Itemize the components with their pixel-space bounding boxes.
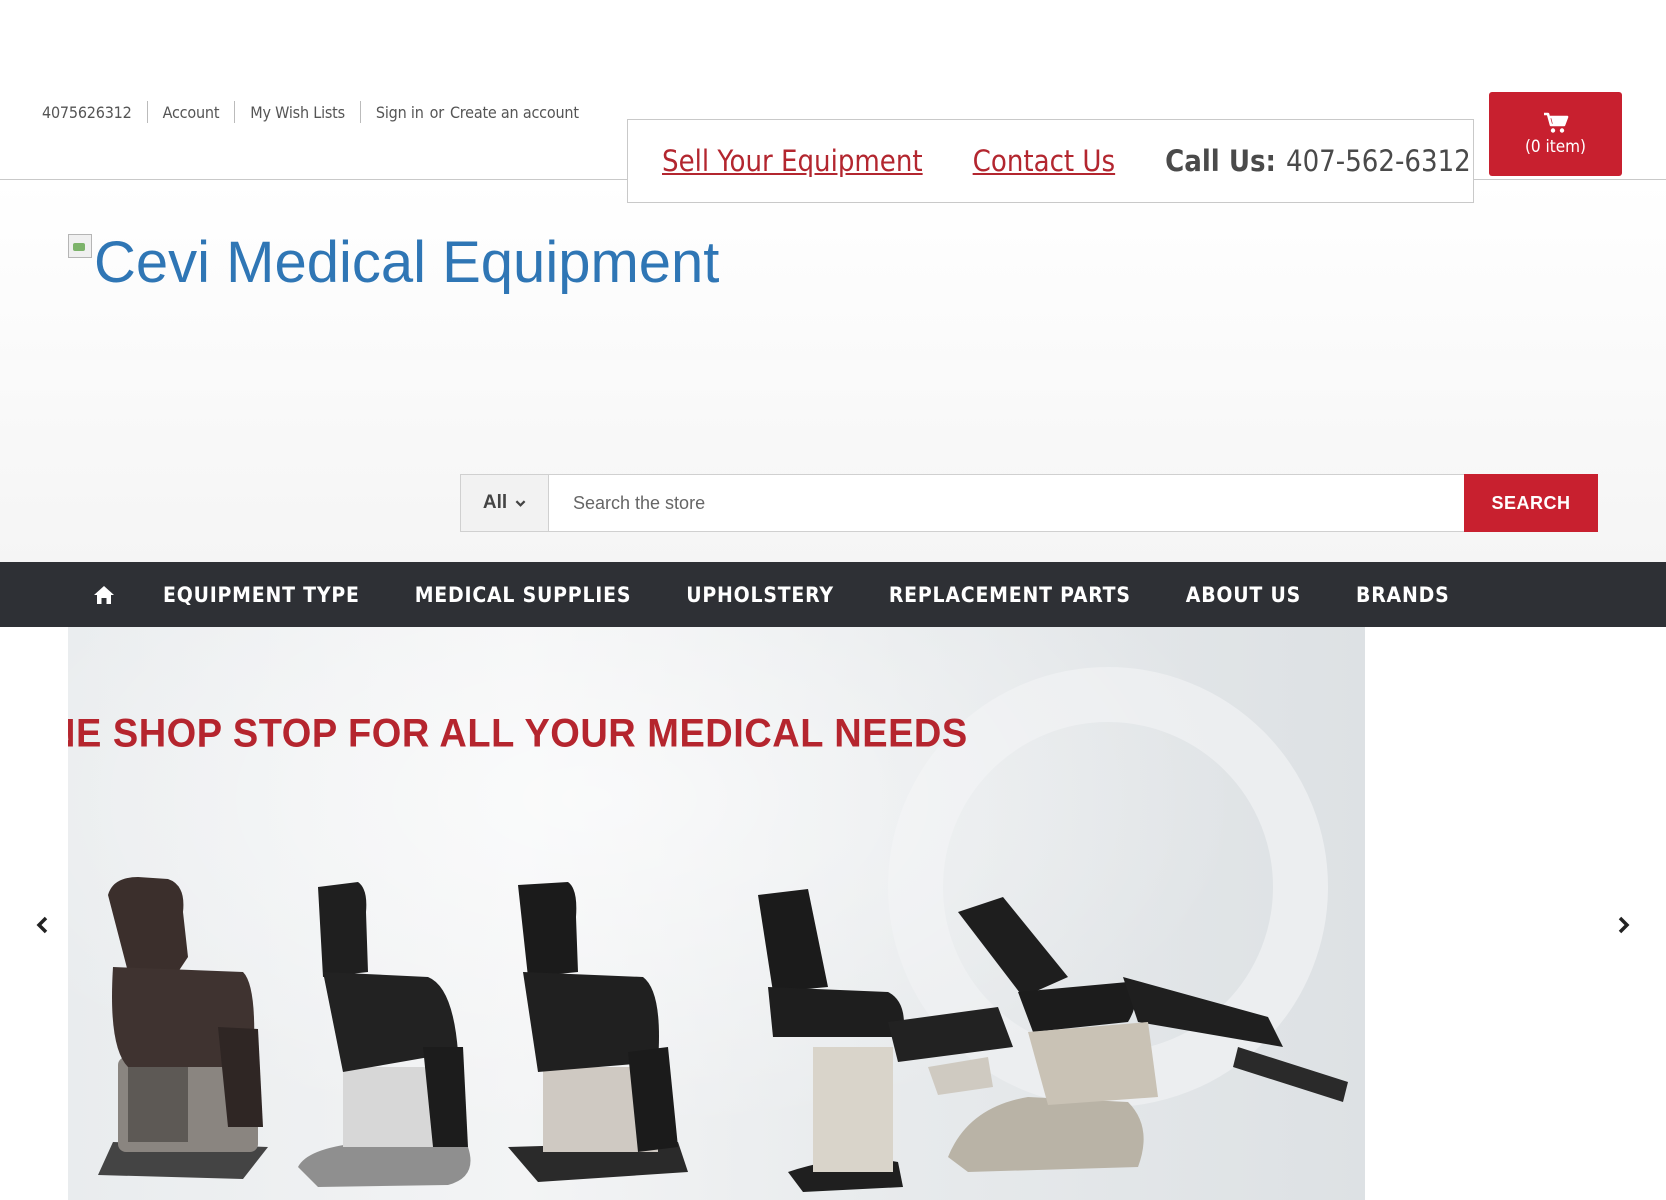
cart-count-label: (0 item) [1524,136,1587,157]
search-scope-value: All [482,492,508,513]
exam-chair-1 [98,877,268,1179]
nav-equipment-type[interactable]: EQUIPMENT TYPE [163,583,360,607]
divider [234,101,236,123]
main-nav: EQUIPMENT TYPE MEDICAL SUPPLIES UPHOLSTE… [0,562,1666,627]
nav-brands[interactable]: BRANDS [1356,583,1449,607]
exam-chair-3 [508,882,688,1182]
or-text: or [429,102,445,122]
site-header: Cevi Medical Equipment All SEARCH [0,180,1666,562]
account-link[interactable]: Account [163,103,220,122]
home-icon[interactable] [93,585,115,605]
sell-equipment-link[interactable]: Sell Your Equipment [662,144,923,178]
contact-callout-box: Sell Your Equipment Contact Us Call Us: … [627,119,1474,203]
search-button[interactable]: SEARCH [1464,474,1598,532]
chevron-down-icon [515,499,526,507]
divider [146,101,148,123]
nav-medical-supplies[interactable]: MEDICAL SUPPLIES [415,583,632,607]
hero-slider: NE SHOP STOP FOR ALL YOUR MEDICAL NEEDS [0,627,1666,1200]
chevron-right-icon[interactable] [1613,913,1633,937]
wishlists-link[interactable]: My Wish Lists [250,103,345,122]
nav-about-us[interactable]: ABOUT US [1186,583,1301,607]
nav-replacement-parts[interactable]: REPLACEMENT PARTS [889,583,1131,607]
cart-icon [1543,112,1568,133]
call-us-label: Call Us: [1165,144,1276,178]
utility-links: 4075626312 Account My Wish Lists Sign in… [42,101,579,123]
divider [359,101,361,123]
exam-chairs-image [98,877,1348,1192]
create-account-link[interactable]: Create an account [450,103,579,122]
call-us-number: 407-562-6312 [1285,144,1471,178]
search-input[interactable] [549,475,1464,531]
search-bar: All SEARCH [460,474,1598,532]
logo-alt-text: Cevi Medical Equipment [94,230,720,295]
site-logo[interactable]: Cevi Medical Equipment [68,232,719,294]
search-scope-select[interactable]: All [461,475,549,531]
broken-image-icon [68,234,92,258]
cart-button[interactable]: (0 item) [1489,92,1622,176]
exam-chair-2 [298,882,471,1187]
phone-link[interactable]: 4075626312 [42,103,132,122]
contact-us-link[interactable]: Contact Us [973,144,1115,178]
nav-upholstery[interactable]: UPHOLSTERY [686,583,834,607]
hero-slide[interactable]: NE SHOP STOP FOR ALL YOUR MEDICAL NEEDS [68,627,1365,1200]
chevron-left-icon[interactable] [33,913,53,937]
sign-in-link[interactable]: Sign in [376,103,424,122]
